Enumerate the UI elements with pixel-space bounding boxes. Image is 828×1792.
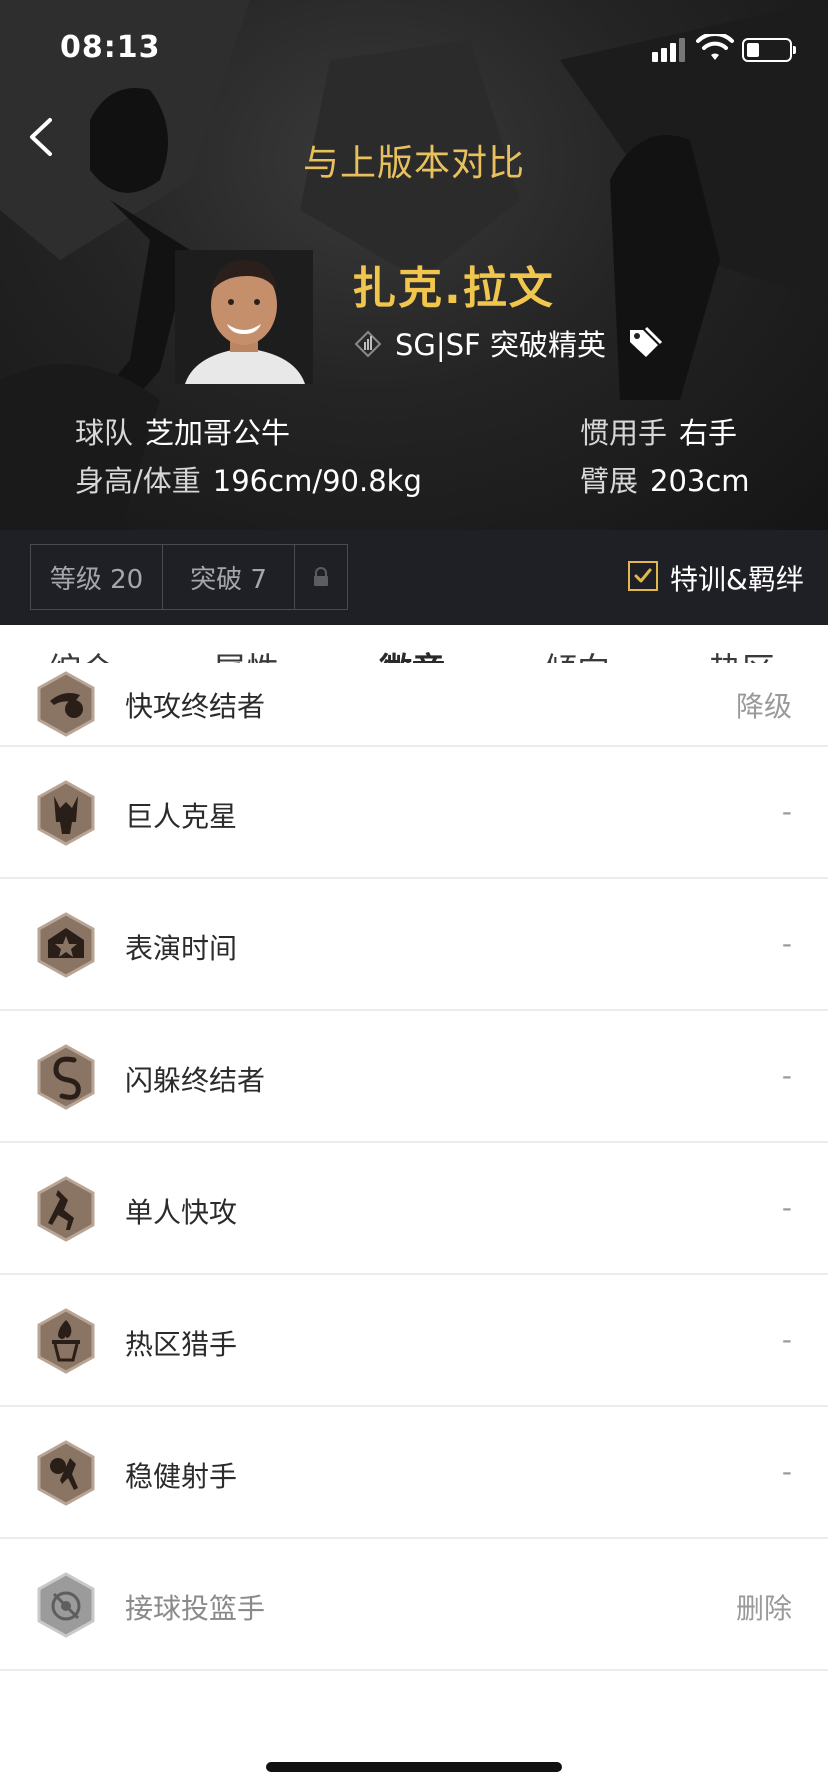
wifi-icon [696,34,734,60]
team-info: 球队 芝加哥公牛 [75,410,290,452]
page-title: 与上版本对比 [302,143,525,184]
height-weight-label: 身高/体重 [75,464,201,498]
badge-status: - [781,1323,792,1356]
special-training-label[interactable]: 特训&羁绊 [670,558,804,598]
list-item[interactable]: 闪躲终结者 - [0,1011,828,1143]
fastbreak-finisher-icon [37,671,95,737]
cellular-signal-icon [652,38,685,62]
handedness-info: 惯用手 右手 [580,410,737,452]
list-item[interactable]: 巨人克星 - [0,747,828,879]
badge-status: 降级 [735,690,792,723]
lock-toggle[interactable] [294,544,348,610]
catch-and-shoot-icon [37,1572,95,1638]
badge-name: 表演时间 [125,932,238,965]
list-item[interactable]: 单人快攻 - [0,1143,828,1275]
special-training-checkbox[interactable] [628,561,658,591]
status-time: 08:13 [60,30,161,65]
badge-status: 删除 [735,1592,792,1625]
player-name: 扎克.拉文 [352,263,555,314]
steady-shooter-icon [37,1440,95,1506]
status-bar: 08:13 [0,0,828,100]
tag-icon[interactable] [626,324,662,360]
badge-status: - [781,795,792,828]
showtime-icon [37,912,95,978]
badge-name: 稳健射手 [125,1460,238,1493]
player-avatar [175,250,313,384]
list-item[interactable]: 表演时间 - [0,879,828,1011]
handedness-label: 惯用手 [580,416,668,450]
badge-status: - [781,1455,792,1488]
badge-name: 快攻终结者 [125,690,266,723]
badge-name: 巨人克星 [125,800,238,833]
lock-icon [314,567,328,586]
position-diamond-icon [354,330,382,358]
team-value: 芝加哥公牛 [145,416,291,450]
list-item[interactable]: 接球投篮手 删除 [0,1539,828,1671]
height-weight-value: 196cm/90.8kg [212,464,422,498]
wingspan-label: 臂展 [580,464,639,498]
wingspan-value: 203cm [650,464,750,498]
handedness-value: 右手 [679,416,738,450]
list-item[interactable]: 稳健射手 - [0,1407,828,1539]
level-selector[interactable]: 等级 20 [30,544,163,610]
badge-name: 接球投篮手 [125,1592,266,1625]
checkmark-icon [634,568,652,583]
badge-name: 热区猎手 [125,1328,238,1361]
badge-name: 闪躲终结者 [125,1064,266,1097]
player-position: SG|SF 突破精英 [395,328,606,362]
battery-icon [742,38,796,62]
badge-status: - [781,1059,792,1092]
height-weight-info: 身高/体重 196cm/90.8kg [75,458,422,500]
list-item[interactable]: 快攻终结者 降级 [0,663,828,747]
badge-name: 单人快攻 [125,1196,238,1229]
giant-slayer-icon [37,780,95,846]
one-man-fastbreak-icon [37,1176,95,1242]
wingspan-info: 臂展 203cm [580,458,750,500]
badge-status: - [781,1191,792,1224]
acrobat-icon [37,1044,95,1110]
list-item[interactable]: 热区猎手 - [0,1275,828,1407]
team-label: 球队 [75,416,134,450]
hot-zone-hunter-icon [37,1308,95,1374]
home-indicator[interactable] [266,1762,562,1772]
badge-status: - [781,927,792,960]
breakthrough-selector[interactable]: 突破 7 [162,544,295,610]
player-header: 08:13 与上版本对比 扎克.拉文 SG|SF 突破精英 球队 芝加哥公牛 身… [0,0,828,530]
